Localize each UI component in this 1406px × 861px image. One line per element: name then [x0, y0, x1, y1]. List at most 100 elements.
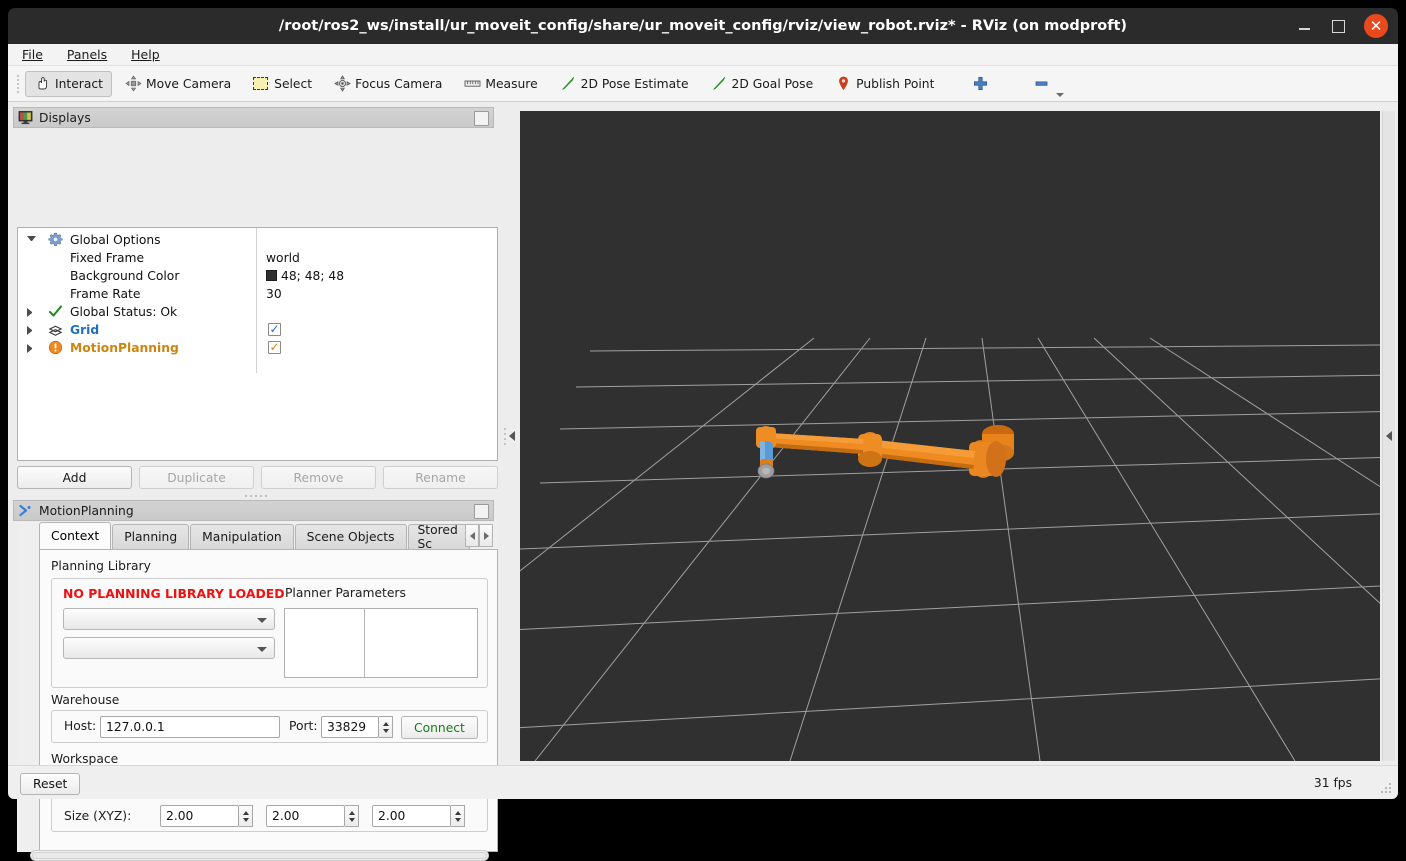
tool-move-camera[interactable]: Move Camera — [116, 71, 240, 97]
tab-scene-objects[interactable]: Scene Objects — [294, 524, 407, 549]
add-display-button[interactable]: Add — [17, 466, 132, 489]
size-x-input[interactable]: 2.00 — [160, 805, 239, 827]
focus-camera-icon — [334, 75, 351, 92]
tree-label: Frame Rate — [70, 287, 141, 301]
tab-scroll-right-button[interactable] — [479, 524, 493, 547]
collapse-right-arrow-icon[interactable] — [1386, 431, 1392, 441]
window-title: /root/ros2_ws/install/ur_moveit_config/s… — [278, 18, 1128, 34]
tree-label: Grid — [70, 323, 100, 337]
robot-wrist-3-tool — [757, 459, 775, 479]
expander-icon[interactable] — [27, 326, 36, 335]
planning-library-combo[interactable] — [63, 608, 275, 630]
warehouse-connect-button[interactable]: Connect — [401, 716, 478, 739]
tree-label: MotionPlanning — [70, 341, 179, 355]
tree-value-wrapper[interactable]: 48; 48; 48 — [266, 269, 344, 283]
remove-display-button[interactable]: Remove — [261, 466, 376, 489]
chevron-down-icon — [257, 618, 267, 623]
collapse-left-arrow-icon[interactable] — [508, 431, 515, 441]
tree-row-frame-rate[interactable]: Frame Rate 30 — [18, 285, 497, 303]
tree-row-global-options[interactable]: Global Options — [18, 231, 497, 249]
tab-planning[interactable]: Planning — [112, 524, 190, 549]
grid-enabled-checkbox[interactable]: ✓ — [268, 323, 281, 336]
tool-measure[interactable]: Measure — [455, 71, 546, 97]
dock-resize-handle[interactable] — [236, 493, 276, 499]
menu-panels[interactable]: Panels — [67, 46, 117, 63]
tab-context[interactable]: Context — [39, 522, 112, 549]
fps-indicator: 31 fps — [1313, 776, 1352, 790]
motionplanning-tabbar: Context Planning Manipulation Scene Obje… — [39, 522, 471, 549]
tree-value[interactable]: world — [266, 251, 300, 265]
tree-value[interactable]: 30 — [266, 287, 282, 301]
duplicate-display-button[interactable]: Duplicate — [139, 466, 254, 489]
motionplanning-float-button[interactable] — [474, 504, 489, 519]
select-icon — [253, 75, 270, 92]
rviz-window: /root/ros2_ws/install/ur_moveit_config/s… — [0, 0, 1406, 861]
tree-row-fixed-frame[interactable]: Fixed Frame world — [18, 249, 497, 267]
planning-library-group: NO PLANNING LIBRARY LOADED Planner Param… — [51, 578, 488, 688]
size-z-stepper[interactable] — [451, 805, 465, 827]
motionplanning-panel-body: Context Planning Manipulation Scene Obje… — [17, 522, 498, 852]
size-z-input[interactable]: 2.00 — [372, 805, 451, 827]
tool-2d-goal-pose-label: 2D Goal Pose — [731, 76, 814, 91]
minimize-button[interactable] — [1296, 18, 1312, 34]
menu-help[interactable]: Help — [131, 46, 170, 63]
reset-button[interactable]: Reset — [20, 773, 81, 795]
motionplanning-panel-header: MotionPlanning — [13, 500, 494, 521]
window-controls: ✕ — [1296, 8, 1388, 44]
tool-add-button[interactable] — [963, 71, 1002, 97]
tab-manipulation[interactable]: Manipulation — [190, 524, 294, 549]
warehouse-port-input[interactable]: 33829 — [321, 716, 379, 738]
tool-publish-point[interactable]: Publish Point — [826, 71, 943, 97]
tool-focus-camera[interactable]: Focus Camera — [325, 71, 451, 97]
tool-remove-button[interactable] — [1024, 71, 1065, 97]
tool-2d-pose-estimate[interactable]: 2D Pose Estimate — [551, 71, 698, 97]
tree-row-background-color[interactable]: Background Color 48; 48; 48 — [18, 267, 497, 285]
host-label: Host: — [64, 719, 97, 733]
size-y-stepper[interactable] — [345, 805, 359, 827]
scrollbar-thumb[interactable] — [32, 852, 487, 859]
expander-icon[interactable] — [27, 236, 36, 245]
warehouse-host-input[interactable]: 127.0.0.1 — [100, 716, 280, 738]
workspace-label: Workspace — [51, 752, 119, 766]
tab-scroll-left-button[interactable] — [465, 524, 479, 547]
planner-parameters-table[interactable] — [284, 608, 478, 678]
color-swatch — [266, 270, 277, 281]
motionplanning-enabled-checkbox[interactable]: ✓ — [268, 341, 281, 354]
tree-row-grid[interactable]: Grid ✓ — [18, 321, 497, 339]
size-x-stepper[interactable] — [239, 805, 253, 827]
rename-display-button[interactable]: Rename — [383, 466, 498, 489]
left-dock-column: Displays Global Options Fixed Frame worl… — [8, 102, 498, 861]
tree-label: Fixed Frame — [70, 251, 145, 265]
tab-stored-scenes[interactable]: Stored Sc — [407, 524, 470, 549]
tool-interact-label: Interact — [55, 76, 103, 91]
right-splitter[interactable] — [1382, 111, 1395, 761]
tool-2d-goal-pose[interactable]: 2D Goal Pose — [702, 71, 823, 97]
menu-bar: File Panels Help — [8, 44, 1398, 66]
tool-interact[interactable]: Interact — [25, 70, 112, 97]
tool-select[interactable]: Select — [244, 71, 321, 97]
close-button[interactable]: ✕ — [1364, 14, 1388, 38]
warehouse-label: Warehouse — [51, 693, 120, 707]
displays-float-button[interactable] — [474, 111, 489, 126]
toolbar-grip[interactable] — [14, 73, 22, 95]
size-y-input[interactable]: 2.00 — [266, 805, 345, 827]
maximize-button[interactable] — [1330, 18, 1346, 34]
expander-icon[interactable] — [27, 308, 36, 317]
gear-icon — [48, 232, 63, 247]
resize-grip[interactable] — [1380, 783, 1392, 795]
chevron-down-icon[interactable] — [1056, 92, 1065, 97]
warehouse-port-stepper[interactable] — [379, 716, 393, 738]
tree-row-global-status[interactable]: Global Status: Ok — [18, 303, 497, 321]
tree-label: Global Options — [70, 233, 161, 247]
motionplanning-hscrollbar[interactable] — [30, 850, 489, 861]
grid-icon — [48, 323, 63, 338]
tree-row-motionplanning[interactable]: MotionPlanning ✓ — [18, 339, 497, 357]
viewport-background — [520, 111, 1380, 761]
expander-icon[interactable] — [27, 344, 36, 353]
planner-combo[interactable] — [63, 637, 275, 659]
3d-viewport[interactable] — [520, 111, 1380, 761]
menu-file[interactable]: File — [22, 46, 53, 63]
left-splitter[interactable] — [502, 111, 516, 761]
map-pin-icon — [835, 75, 852, 92]
planner-parameters-label: Planner Parameters — [285, 586, 406, 600]
